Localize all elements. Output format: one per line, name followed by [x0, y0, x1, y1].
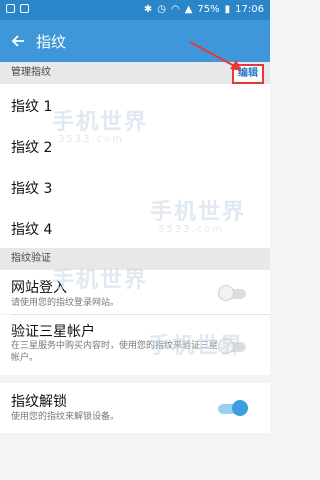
fingerprint-label: 指纹 3	[11, 181, 53, 197]
wifi-icon: ◠	[170, 4, 180, 15]
fingerprint-unlock-item[interactable]: 指纹解锁 使用您的指纹来解锁设备。	[0, 383, 270, 433]
fingerprint-label: 指纹 4	[11, 222, 53, 238]
watermark-subtext: 3533.com	[58, 134, 124, 145]
watermark: 手机世界	[150, 199, 247, 224]
alarm-icon: ◷	[157, 4, 166, 15]
battery-percent: 75%	[197, 4, 220, 15]
fingerprint-unlock-subtitle: 使用您的指纹来解锁设备。	[11, 412, 120, 422]
status-bar: ✱ ◷ ◠ ▲ 75% ▮ 17:06	[0, 0, 270, 20]
fingerprint-unlock-title: 指纹解锁	[11, 394, 67, 410]
watermark: 手机世界	[52, 109, 149, 134]
download-icon	[20, 4, 29, 13]
watermark: 手机世界	[52, 267, 149, 292]
page-title: 指纹	[36, 32, 67, 51]
fingerprint-label: 指纹 2	[11, 140, 53, 156]
clock: 17:06	[235, 4, 264, 15]
fingerprint-unlock-toggle[interactable]	[218, 399, 248, 416]
battery-icon: ▮	[224, 4, 231, 15]
bluetooth-icon: ✱	[143, 4, 153, 15]
annotation-arrow-icon	[189, 41, 242, 71]
fingerprint-label: 指纹 1	[11, 99, 53, 115]
notification-icon	[6, 4, 15, 13]
arrow-left-icon	[11, 35, 24, 47]
website-login-subtitle: 请使用您的指纹登录网站。	[11, 298, 120, 308]
watermark: 手机世界	[148, 333, 245, 358]
samsung-account-title: 验证三星帐户	[11, 324, 95, 340]
signal-icon: ▲	[184, 4, 193, 15]
watermark-subtext: 3533.com	[158, 224, 224, 235]
settings-content: 管理指纹 编辑 指纹 1 指纹 2 指纹 3 指纹 4 指纹验证 网站登入 请使…	[0, 41, 270, 480]
manage-header-label: 管理指纹	[11, 67, 51, 78]
back-button[interactable]	[6, 29, 30, 53]
website-login-toggle[interactable]	[218, 284, 246, 301]
